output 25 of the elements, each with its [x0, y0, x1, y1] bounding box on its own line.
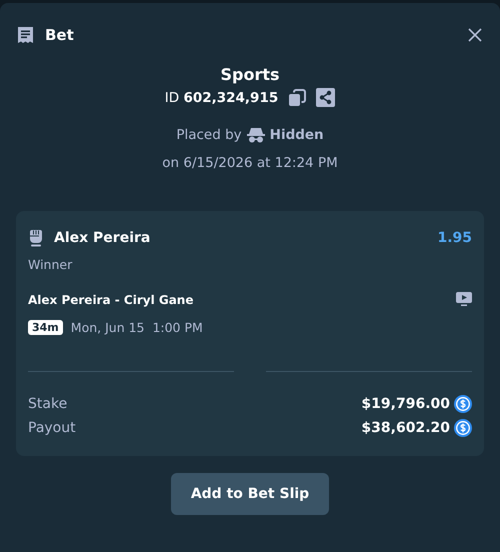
odds-value: 1.95: [437, 230, 472, 246]
placed-by-label: Placed by: [176, 127, 242, 143]
share-button[interactable]: [316, 88, 336, 107]
market-label: Winner: [28, 257, 74, 272]
total-label: Payout: [28, 420, 77, 436]
placed-date: on 6/15/2026 at 12:24 PM: [162, 155, 338, 171]
event-start-time: Mon, Jun 15 1:00 PM: [70, 320, 203, 335]
total-amount: $38,602.20: [361, 420, 450, 436]
incognito-icon: [246, 127, 265, 143]
total-amount: $19,796.00: [361, 396, 450, 412]
dollar-coin-icon: [454, 395, 472, 413]
bet-id: ID 602,324,915: [164, 90, 278, 106]
add-to-bet-slip-button[interactable]: Add to Bet Slip: [170, 473, 330, 515]
bet-category: Sports: [220, 65, 280, 84]
copy-button[interactable]: [288, 88, 306, 106]
event-name: Alex Pereira - Ciryl Gane: [28, 292, 194, 306]
fist-icon: [28, 229, 44, 247]
countdown-badge: 34m: [28, 320, 63, 335]
dollar-coin-icon: [454, 419, 472, 437]
close-button[interactable]: [466, 26, 484, 44]
total-label: Stake: [28, 396, 68, 412]
placed-by-user: Hidden: [270, 127, 324, 143]
selection-name: Alex Pereira: [54, 230, 152, 246]
receipt-icon: [16, 26, 35, 44]
dialog-title: Bet: [45, 26, 75, 44]
